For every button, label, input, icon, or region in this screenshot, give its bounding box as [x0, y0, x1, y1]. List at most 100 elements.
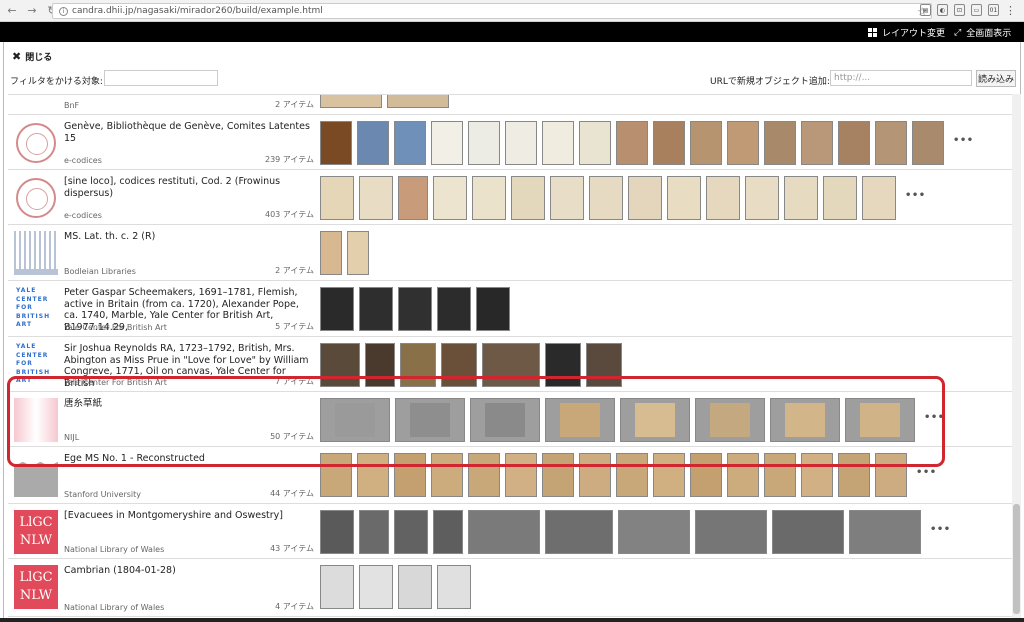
canvas-thumbnail[interactable] [545, 398, 615, 442]
more-thumbnails-icon[interactable]: ••• [924, 412, 945, 423]
canvas-thumbnail[interactable] [875, 453, 907, 497]
canvas-thumbnail[interactable] [476, 287, 510, 331]
canvas-thumbnail[interactable] [667, 176, 701, 220]
more-thumbnails-icon[interactable]: ••• [953, 135, 974, 146]
canvas-thumbnail[interactable] [579, 121, 611, 165]
canvas-thumbnail[interactable] [764, 121, 796, 165]
canvas-thumbnail[interactable] [470, 398, 540, 442]
extension-icon[interactable]: ▭ [971, 4, 982, 16]
manifest-row[interactable]: YALE CENTER FOR BRITISH ART Sir Joshua Reynol… [8, 337, 1012, 392]
canvas-thumbnail[interactable] [320, 510, 354, 554]
canvas-thumbnail[interactable] [770, 398, 840, 442]
canvas-thumbnail[interactable] [431, 121, 463, 165]
canvas-thumbnail[interactable] [849, 510, 921, 554]
manifest-row[interactable]: LlGC NLW Cambrian (1804-01-28) National Lib… [8, 559, 1012, 617]
canvas-thumbnail[interactable] [550, 176, 584, 220]
canvas-thumbnail[interactable] [320, 95, 382, 108]
canvas-thumbnail[interactable] [838, 121, 870, 165]
canvas-thumbnail[interactable] [394, 510, 428, 554]
canvas-thumbnail[interactable] [801, 121, 833, 165]
canvas-thumbnail[interactable] [433, 176, 467, 220]
canvas-thumbnail[interactable] [359, 510, 389, 554]
canvas-thumbnail[interactable] [320, 231, 342, 275]
more-thumbnails-icon[interactable]: ••• [916, 467, 937, 478]
canvas-thumbnail[interactable] [359, 565, 393, 609]
canvas-thumbnail[interactable] [468, 121, 500, 165]
canvas-thumbnail[interactable] [690, 121, 722, 165]
canvas-thumbnail[interactable] [542, 121, 574, 165]
load-button[interactable]: 読み込み [976, 70, 1016, 87]
canvas-thumbnail[interactable] [357, 121, 389, 165]
canvas-thumbnail[interactable] [690, 453, 722, 497]
info-icon[interactable]: i [59, 6, 68, 16]
canvas-thumbnail[interactable] [505, 453, 537, 497]
manifest-row[interactable]: MS. Lat. th. c. 2 (R) Bodleian Libraries 2… [8, 225, 1012, 281]
canvas-thumbnail[interactable] [772, 510, 844, 554]
manifest-row[interactable]: BnF 2 アイテム [8, 95, 1012, 115]
canvas-thumbnail[interactable] [387, 95, 449, 108]
forward-icon[interactable]: → [24, 3, 40, 19]
canvas-thumbnail[interactable] [395, 398, 465, 442]
canvas-thumbnail[interactable] [468, 453, 500, 497]
canvas-thumbnail[interactable] [505, 121, 537, 165]
canvas-thumbnail[interactable] [764, 453, 796, 497]
canvas-thumbnail[interactable] [394, 453, 426, 497]
canvas-thumbnail[interactable] [433, 510, 463, 554]
manifest-row[interactable]: [sine loco], codices restituti, Cod. 2 (… [8, 170, 1012, 225]
canvas-thumbnail[interactable] [616, 453, 648, 497]
filter-input[interactable] [104, 70, 218, 86]
extension-icon[interactable]: ◐ [937, 4, 948, 16]
canvas-thumbnail[interactable] [320, 565, 354, 609]
canvas-thumbnail[interactable] [653, 121, 685, 165]
canvas-thumbnail[interactable] [620, 398, 690, 442]
canvas-thumbnail[interactable] [727, 453, 759, 497]
canvas-thumbnail[interactable] [616, 121, 648, 165]
canvas-thumbnail[interactable] [745, 176, 779, 220]
canvas-thumbnail[interactable] [320, 343, 360, 387]
manifest-row[interactable]: Genève, Bibliothèque de Genève, Comites … [8, 115, 1012, 170]
canvas-thumbnail[interactable] [511, 176, 545, 220]
canvas-thumbnail[interactable] [320, 121, 352, 165]
more-thumbnails-icon[interactable]: ••• [905, 190, 926, 201]
scrollbar[interactable] [1012, 94, 1021, 618]
canvas-thumbnail[interactable] [400, 343, 436, 387]
canvas-thumbnail[interactable] [875, 121, 907, 165]
canvas-thumbnail[interactable] [359, 176, 393, 220]
canvas-thumbnail[interactable] [784, 176, 818, 220]
back-icon[interactable]: ← [4, 3, 20, 19]
canvas-thumbnail[interactable] [586, 343, 622, 387]
canvas-thumbnail[interactable] [653, 453, 685, 497]
canvas-thumbnail[interactable] [320, 453, 352, 497]
manifest-row[interactable]: LlGC NLW [Evacuees in Montgomeryshire and … [8, 504, 1012, 559]
canvas-thumbnail[interactable] [472, 176, 506, 220]
canvas-thumbnail[interactable] [727, 121, 759, 165]
manifest-row[interactable]: Ege MS No. 1 - Reconstructed Stanford Uni… [8, 447, 1012, 504]
extension-icon[interactable]: 01 [988, 4, 999, 16]
close-button[interactable]: ✖ 閉じる [12, 50, 52, 63]
canvas-thumbnail[interactable] [912, 121, 944, 165]
canvas-thumbnail[interactable] [347, 231, 369, 275]
browser-menu-icon[interactable]: ⋮ [1005, 4, 1016, 17]
canvas-thumbnail[interactable] [441, 343, 477, 387]
canvas-thumbnail[interactable] [365, 343, 395, 387]
canvas-thumbnail[interactable] [437, 565, 471, 609]
extension-icon[interactable]: ⊡ [954, 4, 965, 16]
canvas-thumbnail[interactable] [823, 176, 857, 220]
canvas-thumbnail[interactable] [398, 176, 428, 220]
canvas-thumbnail[interactable] [618, 510, 690, 554]
canvas-thumbnail[interactable] [579, 453, 611, 497]
canvas-thumbnail[interactable] [801, 453, 833, 497]
manifest-row[interactable]: 唐糸草紙 NIJL 50 アイテム ••• [8, 392, 1012, 447]
canvas-thumbnail[interactable] [845, 398, 915, 442]
canvas-thumbnail[interactable] [320, 398, 390, 442]
canvas-thumbnail[interactable] [437, 287, 471, 331]
extension-icon[interactable]: ▤ [920, 4, 931, 16]
canvas-thumbnail[interactable] [695, 398, 765, 442]
layout-change-button[interactable]: レイアウト変更 [868, 26, 945, 39]
canvas-thumbnail[interactable] [320, 287, 354, 331]
canvas-thumbnail[interactable] [357, 453, 389, 497]
canvas-thumbnail[interactable] [628, 176, 662, 220]
canvas-thumbnail[interactable] [359, 287, 393, 331]
canvas-thumbnail[interactable] [320, 176, 354, 220]
canvas-thumbnail[interactable] [838, 453, 870, 497]
